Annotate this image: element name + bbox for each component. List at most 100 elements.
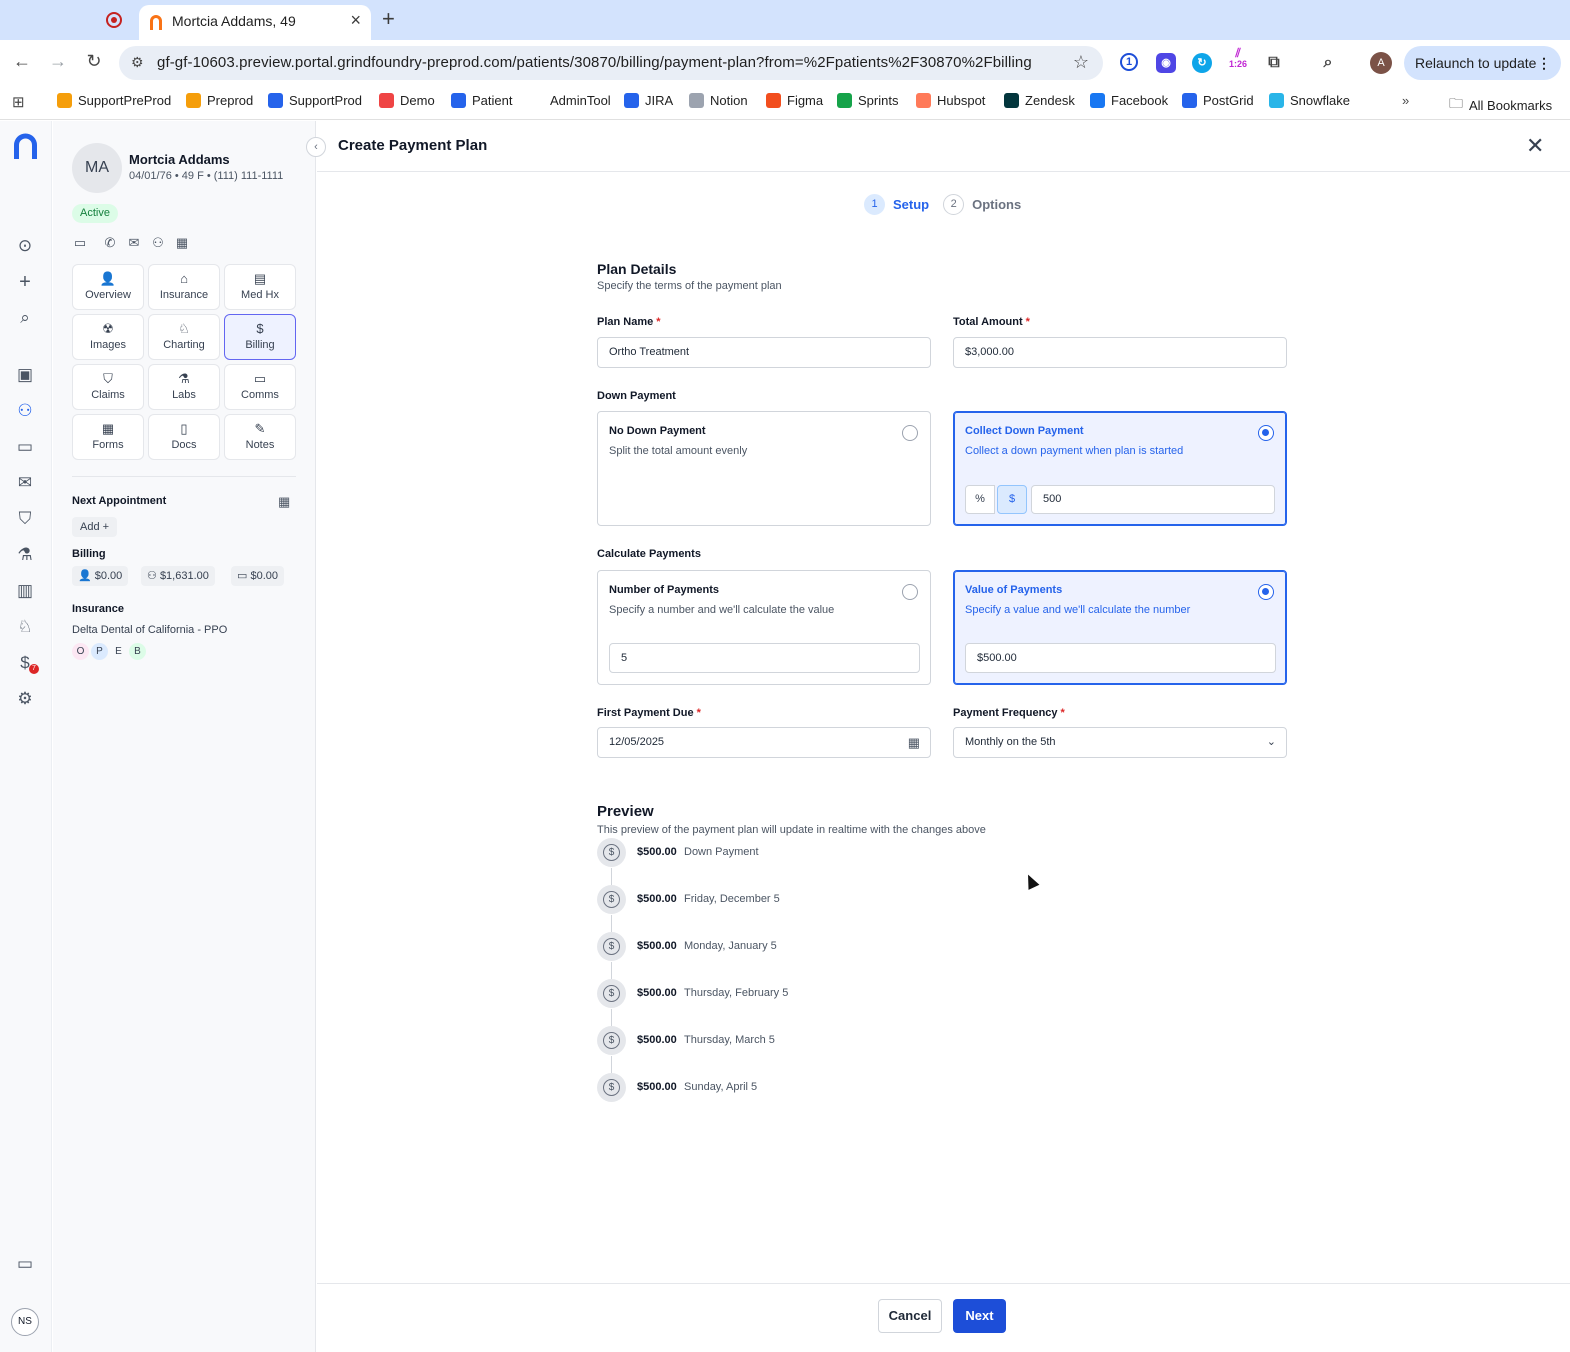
insurance-name[interactable]: Delta Dental of California - PPO — [72, 624, 227, 636]
back-icon[interactable]: ← — [10, 51, 34, 72]
bookmark-star-icon[interactable]: ☆ — [1073, 52, 1089, 73]
patient-nav-images[interactable]: ☢ Images — [72, 314, 144, 360]
patient-nav-charting[interactable]: ♘ Charting — [148, 314, 220, 360]
bookmark-facebook[interactable]: Facebook — [1090, 93, 1168, 108]
extension-icon[interactable]: ◉ — [1156, 53, 1176, 73]
bookmark-notion[interactable]: Notion — [689, 93, 748, 108]
patient-nav-docs[interactable]: ▯ Docs — [148, 414, 220, 460]
bookmark-sprints[interactable]: Sprints — [837, 93, 898, 108]
patient-name[interactable]: Mortcia Addams — [129, 152, 230, 167]
patient-nav-overview[interactable]: 👤 Overview — [72, 264, 144, 310]
new-tab-icon[interactable]: + — [382, 6, 395, 32]
no-down-payment-radio[interactable] — [902, 425, 918, 441]
schedule-icon[interactable]: ▣ — [14, 364, 36, 386]
next-button[interactable]: Next — [953, 1299, 1006, 1333]
first-payment-due-input[interactable]: 12/05/2025 ▦ — [597, 727, 931, 758]
bookmark-preprod[interactable]: Preprod — [186, 93, 253, 108]
extension-icon[interactable]: ↻ — [1192, 53, 1212, 73]
bookmark-supportpreprod[interactable]: SupportPreProd — [57, 93, 171, 108]
patient-balance[interactable]: 👤 $0.00 — [72, 566, 129, 586]
percent-toggle[interactable]: % — [965, 485, 995, 514]
bookmark-figma[interactable]: Figma — [766, 93, 823, 108]
collapse-panel-icon[interactable]: ‹ — [306, 137, 326, 157]
address-bar[interactable]: ⚙ gf-gf-10603.preview.portal.grindfoundr… — [119, 46, 1103, 80]
shield-icon[interactable]: ⛉ — [14, 508, 36, 530]
bookmarks-overflow-icon[interactable]: » — [1402, 93, 1409, 108]
reports-chart-icon[interactable]: ▥ — [14, 580, 36, 602]
all-bookmarks[interactable]: 🗀 All Bookmarks — [1449, 93, 1552, 117]
bookmark-postgrid[interactable]: PostGrid — [1182, 93, 1254, 108]
chat-icon[interactable]: ▭ — [72, 235, 88, 251]
close-icon[interactable]: ✕ — [1526, 133, 1544, 159]
collect-down-payment-radio[interactable] — [1258, 425, 1274, 441]
password-manager-icon[interactable]: 1 — [1120, 53, 1138, 71]
calendar-icon[interactable]: ▦ — [278, 494, 290, 510]
patient-nav-labs[interactable]: ⚗ Labs — [148, 364, 220, 410]
patient-nav-billing[interactable]: $ Billing — [224, 314, 296, 360]
tooth-icon[interactable]: ♘ — [14, 616, 36, 638]
number-of-payments-input[interactable]: 5 — [609, 643, 920, 673]
number-of-payments-option[interactable]: Number of Payments Specify a number and … — [597, 570, 931, 685]
relaunch-button[interactable]: Relaunch to update ⋮ — [1404, 46, 1561, 80]
bookmark-snowflake[interactable]: Snowflake — [1269, 93, 1350, 108]
reload-icon[interactable]: ↻ — [82, 51, 106, 72]
extension-timer-icon[interactable]: ⫽ 1:26 — [1228, 47, 1248, 74]
site-settings-icon[interactable]: ⚙ — [131, 54, 144, 71]
dollar-toggle[interactable]: $ — [997, 485, 1027, 514]
number-of-payments-radio[interactable] — [902, 584, 918, 600]
value-of-payments-input[interactable]: $500.00 — [965, 643, 1276, 673]
app-logo-icon[interactable] — [12, 132, 39, 160]
add-appointment-button[interactable]: Add + — [72, 517, 118, 537]
user-avatar[interactable]: NS — [11, 1308, 39, 1336]
settings-gear-icon[interactable]: ⚙ — [14, 688, 36, 710]
down-payment-amount-input[interactable]: 500 — [1031, 485, 1275, 514]
bookmark-jira[interactable]: JIRA — [624, 93, 673, 108]
apps-grid-icon[interactable]: ⊞ — [12, 93, 25, 111]
cancel-button[interactable]: Cancel — [878, 1299, 942, 1333]
calendar-icon[interactable]: ▦ — [908, 728, 920, 757]
bookmark-zendesk[interactable]: Zendesk — [1004, 93, 1075, 108]
recording-icon[interactable] — [106, 12, 122, 28]
family-balance[interactable]: ⚇ $1,631.00 — [141, 566, 215, 586]
extensions-puzzle-icon[interactable]: ⧉ — [1264, 53, 1284, 73]
bookmark-demo[interactable]: Demo — [379, 93, 435, 108]
mail-icon[interactable]: ✉ — [14, 472, 36, 494]
monitor-icon[interactable]: ▭ — [14, 1253, 36, 1275]
value-of-payments-option[interactable]: Value of Payments Specify a value and we… — [953, 570, 1287, 685]
total-amount-input[interactable]: $3,000.00 — [953, 337, 1287, 368]
dashboard-icon[interactable]: ⊙ — [14, 235, 36, 257]
patient-nav-med-hx[interactable]: ▤ Med Hx — [224, 264, 296, 310]
bookmark-admintool[interactable]: AdminTool — [550, 93, 611, 108]
bookmark-hubspot[interactable]: Hubspot — [916, 93, 985, 108]
forward-icon[interactable]: → — [46, 51, 70, 72]
browser-tab-active[interactable]: Mortcia Addams, 49 × — [139, 5, 371, 40]
add-icon[interactable]: + — [14, 271, 36, 293]
email-icon[interactable]: ✉ — [126, 235, 142, 251]
tab-search-icon[interactable]: ⌕ — [1318, 53, 1338, 73]
more-menu-icon[interactable]: ⋮ — [1537, 46, 1551, 80]
payment-frequency-select[interactable]: Monthly on the 5th ⌄ — [953, 727, 1287, 758]
bookmark-supportprod[interactable]: SupportProd — [268, 93, 362, 108]
search-icon[interactable]: ⌕ — [14, 307, 36, 329]
bookmark-patient[interactable]: Patient — [451, 93, 512, 108]
step-options[interactable]: Options — [972, 197, 1021, 212]
messages-icon[interactable]: ▭ — [14, 436, 36, 458]
patient-nav-forms[interactable]: ▦ Forms — [72, 414, 144, 460]
profile-avatar[interactable]: A — [1370, 52, 1392, 74]
patient-nav-notes[interactable]: ✎ Notes — [224, 414, 296, 460]
collect-down-payment-option[interactable]: Collect Down Payment Collect a down paym… — [953, 411, 1287, 526]
patient-nav-insurance[interactable]: ⌂ Insurance — [148, 264, 220, 310]
family-icon[interactable]: ⚇ — [150, 235, 166, 251]
plan-name-input[interactable]: Ortho Treatment — [597, 337, 931, 368]
step-setup[interactable]: Setup — [893, 197, 929, 212]
patient-nav-claims[interactable]: ⛉ Claims — [72, 364, 144, 410]
no-down-payment-option[interactable]: No Down Payment Split the total amount e… — [597, 411, 931, 526]
close-tab-icon[interactable]: × — [350, 10, 361, 31]
lab-flask-icon[interactable]: ⚗ — [14, 544, 36, 566]
patients-icon[interactable]: ⚇ — [14, 400, 36, 422]
calendar-settings-icon[interactable]: ▦ — [174, 235, 190, 251]
wallet-balance[interactable]: ▭ $0.00 — [231, 566, 284, 586]
value-of-payments-radio[interactable] — [1258, 584, 1274, 600]
patient-nav-comms[interactable]: ▭ Comms — [224, 364, 296, 410]
phone-icon[interactable]: ✆ — [102, 235, 118, 251]
